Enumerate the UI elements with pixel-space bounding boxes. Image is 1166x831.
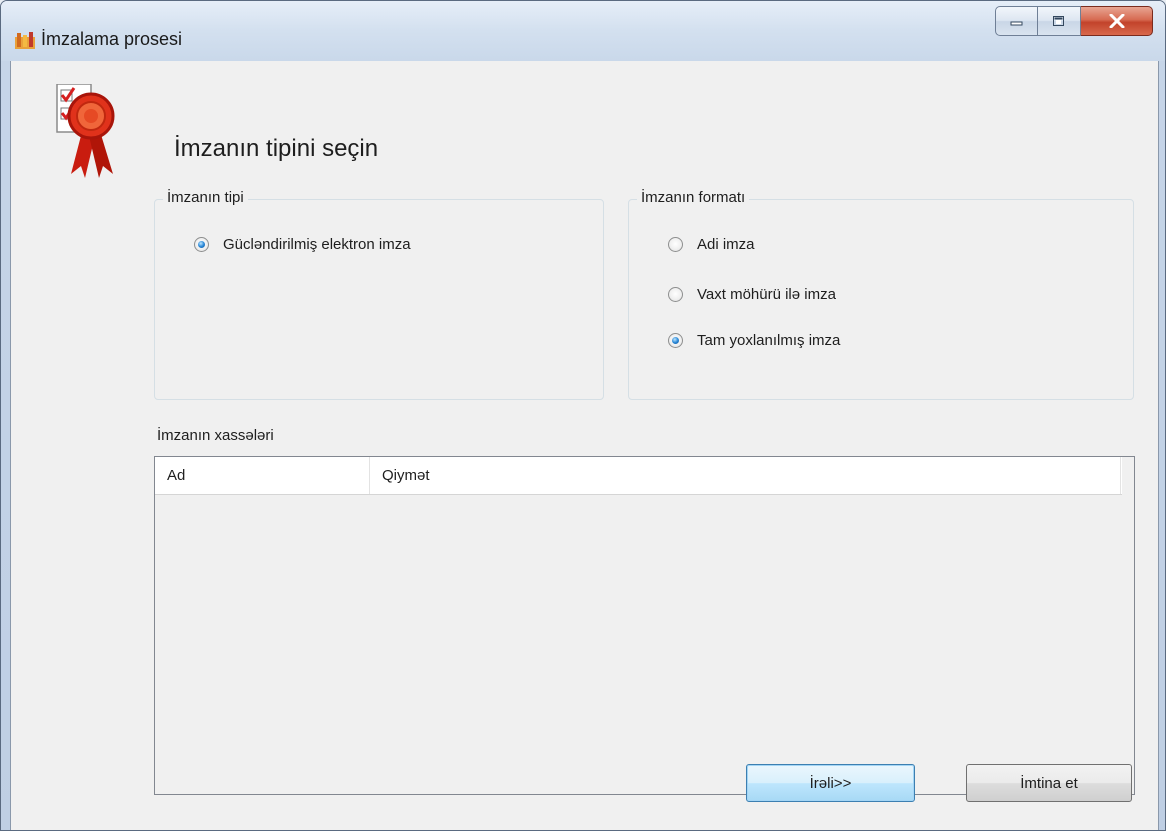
close-icon (1109, 14, 1124, 28)
radio-full-verified-signature[interactable]: Tam yoxlanılmış imza (668, 332, 840, 349)
window: İmzalama prosesi İmzanın tipini seçin İm… (0, 0, 1166, 831)
radio-button[interactable] (668, 237, 683, 252)
properties-list[interactable]: Ad Qiymət (154, 456, 1135, 795)
radio-button[interactable] (194, 237, 209, 252)
radio-button[interactable] (668, 287, 683, 302)
dialog-body: İmzanın tipini seçin İmzanın tipi Güclən… (10, 61, 1159, 830)
signature-format-legend: İmzanın formatı (637, 189, 750, 206)
radio-timestamp-signature[interactable]: Vaxt möhürü ilə imza (668, 286, 836, 303)
column-header-name[interactable]: Ad (155, 457, 370, 494)
radio-simple-signature[interactable]: Adi imza (668, 236, 755, 253)
list-header: Ad Qiymət (155, 457, 1122, 495)
radio-label: Adi imza (697, 236, 755, 253)
minimize-button[interactable] (995, 6, 1038, 36)
page-title: İmzanın tipini seçin (174, 135, 379, 162)
minimize-icon (1010, 21, 1022, 26)
title-bar[interactable]: İmzalama prosesi (1, 1, 1165, 61)
properties-label: İmzanın xassələri (157, 427, 274, 444)
radio-label: Gücləndirilmiş elektron imza (223, 236, 411, 253)
maximize-icon (1053, 16, 1064, 26)
close-button[interactable] (1081, 6, 1153, 36)
column-header-value[interactable]: Qiymət (370, 457, 1121, 494)
signature-certificate-icon (56, 84, 115, 178)
app-icon (15, 32, 35, 49)
radio-label: Vaxt möhürü ilə imza (697, 286, 836, 303)
maximize-button[interactable] (1038, 6, 1081, 36)
cancel-button[interactable]: İmtina et (966, 764, 1132, 802)
caption-buttons (995, 6, 1153, 38)
next-button[interactable]: İrəli>> (746, 764, 915, 802)
window-title: İmzalama prosesi (41, 29, 183, 49)
radio-button[interactable] (668, 333, 683, 348)
radio-enhanced-signature[interactable]: Gücləndirilmiş elektron imza (194, 236, 411, 253)
signature-type-legend: İmzanın tipi (163, 189, 248, 206)
signature-type-group: İmzanın tipi (154, 189, 604, 400)
radio-label: Tam yoxlanılmış imza (697, 332, 841, 349)
